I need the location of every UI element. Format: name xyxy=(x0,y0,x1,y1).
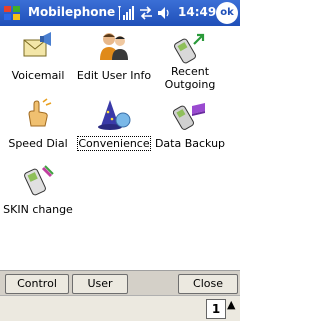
edit-user-info-label: Edit User Info xyxy=(76,69,152,82)
input-method-indicator[interactable]: 1 xyxy=(206,299,226,319)
user-button[interactable]: User xyxy=(72,274,128,294)
title-bar: Mobilephone 14:49 ok xyxy=(0,0,240,26)
voicemail-item[interactable]: Voicemail xyxy=(0,30,76,96)
close-button[interactable]: Close xyxy=(178,274,238,294)
data-backup-item[interactable]: Data Backup xyxy=(152,98,228,164)
wizard-icon xyxy=(98,100,131,130)
window-title: Mobilephone xyxy=(28,5,116,19)
edit-user-icon xyxy=(100,33,128,60)
edit-user-info-item[interactable]: Edit User Info xyxy=(76,30,152,96)
speed-dial-icon xyxy=(28,98,52,127)
command-bar: Control User Close xyxy=(0,270,240,295)
convenience-label: Convenience xyxy=(77,136,151,151)
volume-icon[interactable] xyxy=(157,4,171,22)
skin-change-item[interactable]: SKIN change xyxy=(0,164,76,230)
speed-dial-label: Speed Dial xyxy=(8,137,68,150)
clock[interactable]: 14:49 xyxy=(178,5,216,19)
input-panel-bar: 1 ▲ xyxy=(0,295,240,321)
icon-grid: Voicemail Edit User Info Recent Outgoing… xyxy=(0,26,240,270)
speed-dial-item[interactable]: Speed Dial xyxy=(0,98,76,164)
skin-change-label: SKIN change xyxy=(3,203,73,216)
voicemail-label: Voicemail xyxy=(11,69,65,82)
signal-strength-icon[interactable] xyxy=(118,4,134,22)
phone-outgoing-icon xyxy=(174,33,205,64)
data-backup-icon xyxy=(173,103,205,130)
skin-phone-icon xyxy=(24,165,54,196)
connectivity-icon[interactable] xyxy=(138,4,154,22)
ok-button[interactable]: ok xyxy=(216,2,238,24)
recent-outgoing-label: Recent Outgoing xyxy=(164,65,216,91)
input-menu-arrow-icon[interactable]: ▲ xyxy=(227,298,235,311)
control-button[interactable]: Control xyxy=(5,274,69,294)
data-backup-label: Data Backup xyxy=(154,137,226,150)
voicemail-icon xyxy=(23,32,51,57)
windows-start-icon[interactable] xyxy=(2,3,22,23)
convenience-item[interactable]: Convenience xyxy=(76,98,152,164)
recent-outgoing-item[interactable]: Recent Outgoing xyxy=(152,30,228,96)
